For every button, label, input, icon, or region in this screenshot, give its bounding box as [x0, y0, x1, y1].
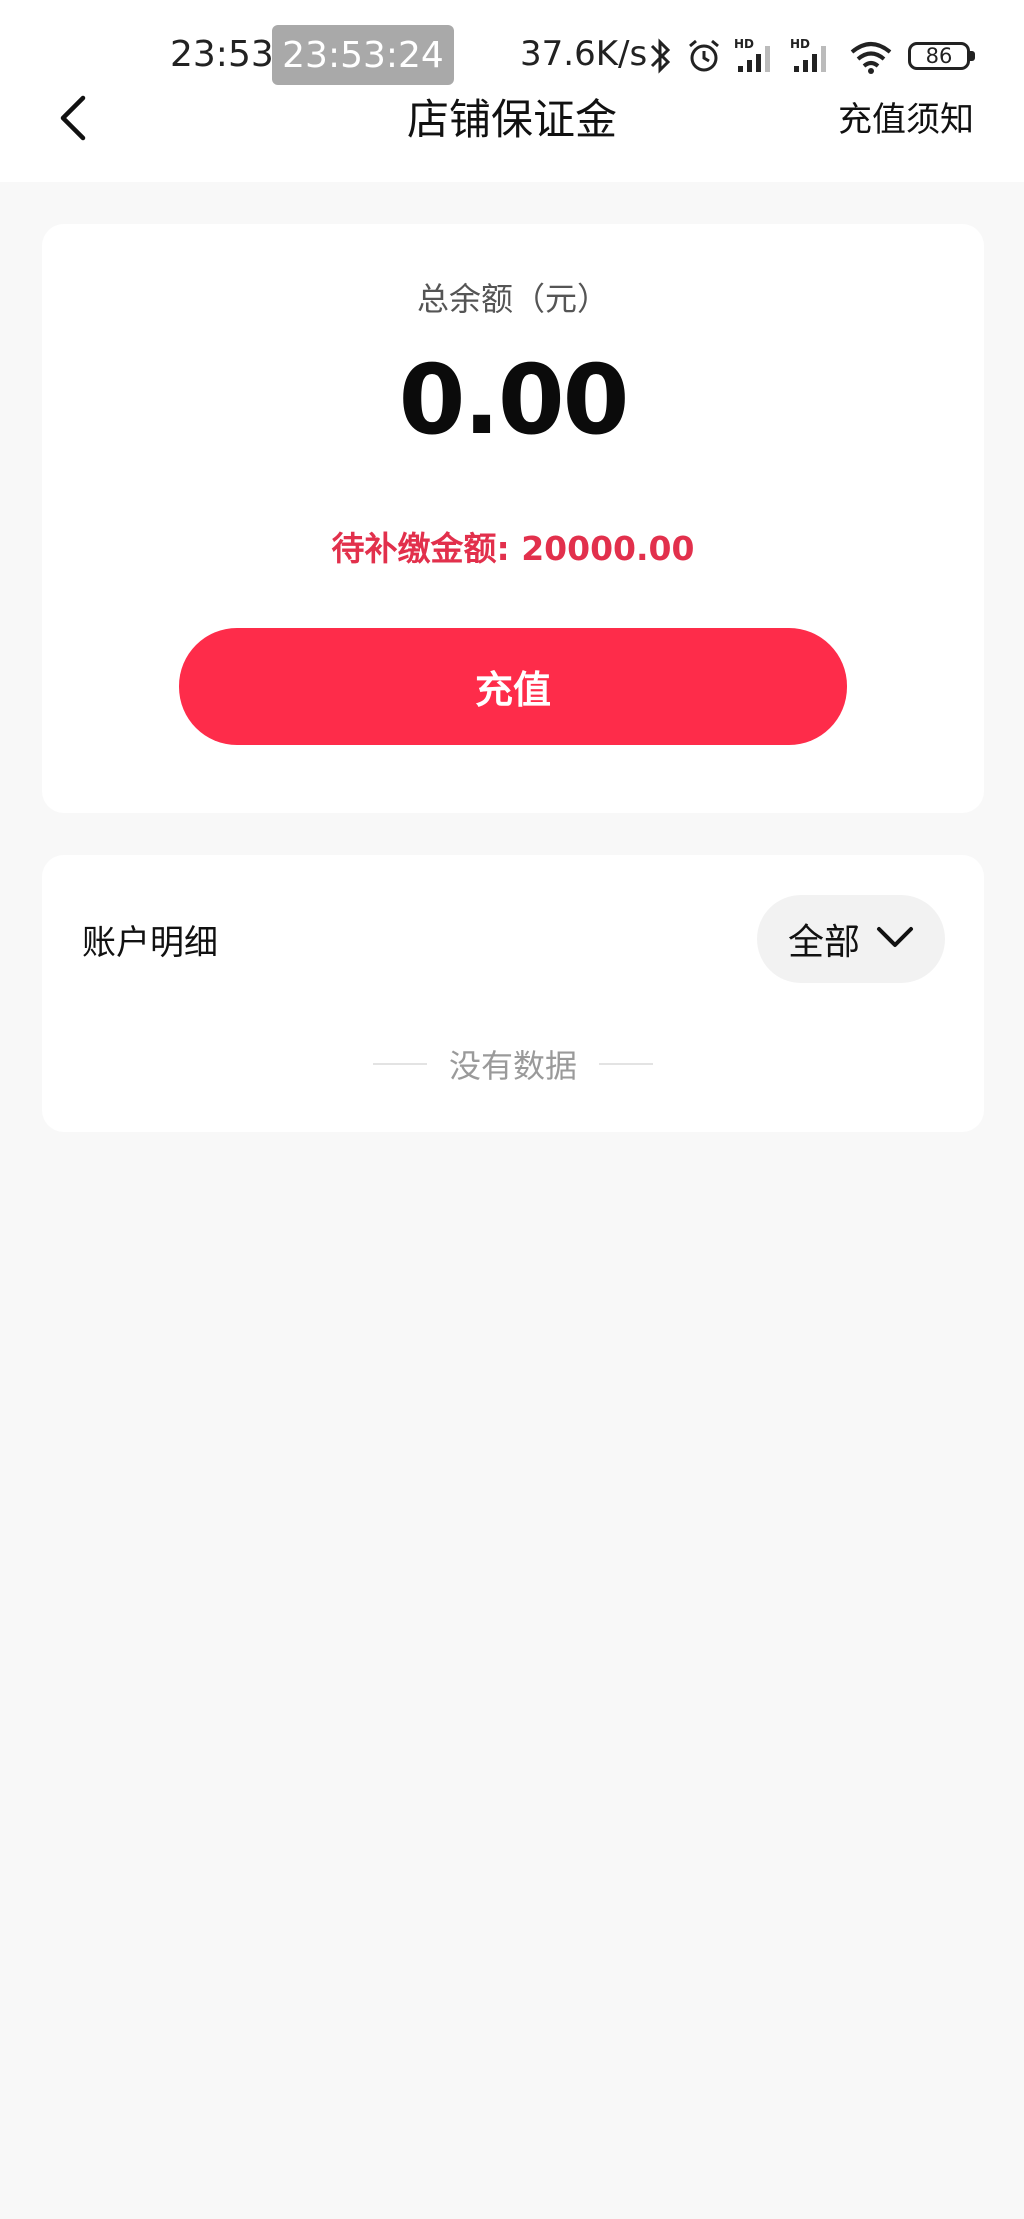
filter-label: 全部 — [787, 922, 860, 963]
battery-cap — [970, 51, 975, 61]
top-header: 23:53 23:53:24 37.6K/s HD HD 86 店铺保证金 充值… — [0, 0, 1024, 182]
network-speed: 37.6K/s — [520, 34, 648, 74]
balance-card: 总余额（元） 0.00 待补缴金额: 20000.00 充值 — [42, 224, 984, 813]
recharge-button[interactable]: 充值 — [179, 628, 847, 745]
divider — [372, 1063, 427, 1065]
clock-overlay: 23:53:24 — [272, 25, 454, 85]
chevron-down-icon — [876, 925, 914, 953]
pending-payment-amount: 20000.00 — [521, 529, 695, 568]
recharge-notice-link[interactable]: 充值须知 — [838, 96, 974, 144]
back-button[interactable] — [50, 92, 94, 148]
bluetooth-icon — [648, 36, 672, 80]
pending-payment-label: 待补缴金额: — [331, 529, 522, 568]
account-details-card: 账户明细 全部 没有数据 — [42, 855, 984, 1132]
pending-payment: 待补缴金额: 20000.00 — [42, 522, 984, 570]
chevron-left-icon — [57, 94, 87, 146]
svg-text:HD: HD — [734, 37, 754, 51]
battery-icon: 86 — [908, 42, 970, 70]
page-title: 店铺保证金 — [406, 95, 617, 144]
filter-dropdown[interactable]: 全部 — [757, 895, 945, 983]
empty-state-text: 没有数据 — [448, 1047, 577, 1085]
total-balance-label: 总余额（元） — [416, 280, 609, 318]
signal-hd-icon: HD — [734, 36, 780, 80]
alarm-icon — [684, 36, 724, 80]
status-time: 23:53 — [170, 34, 274, 75]
status-bar: 23:53 23:53:24 37.6K/s HD HD 86 — [0, 22, 1024, 92]
signal-hd-icon: HD — [790, 36, 836, 80]
wifi-icon — [848, 36, 894, 80]
empty-state: 没有数据 — [42, 1041, 984, 1087]
total-balance-amount: 0.00 — [398, 344, 630, 456]
account-details-title: 账户明细 — [82, 923, 218, 963]
divider — [599, 1063, 653, 1065]
svg-text:HD: HD — [790, 37, 810, 51]
